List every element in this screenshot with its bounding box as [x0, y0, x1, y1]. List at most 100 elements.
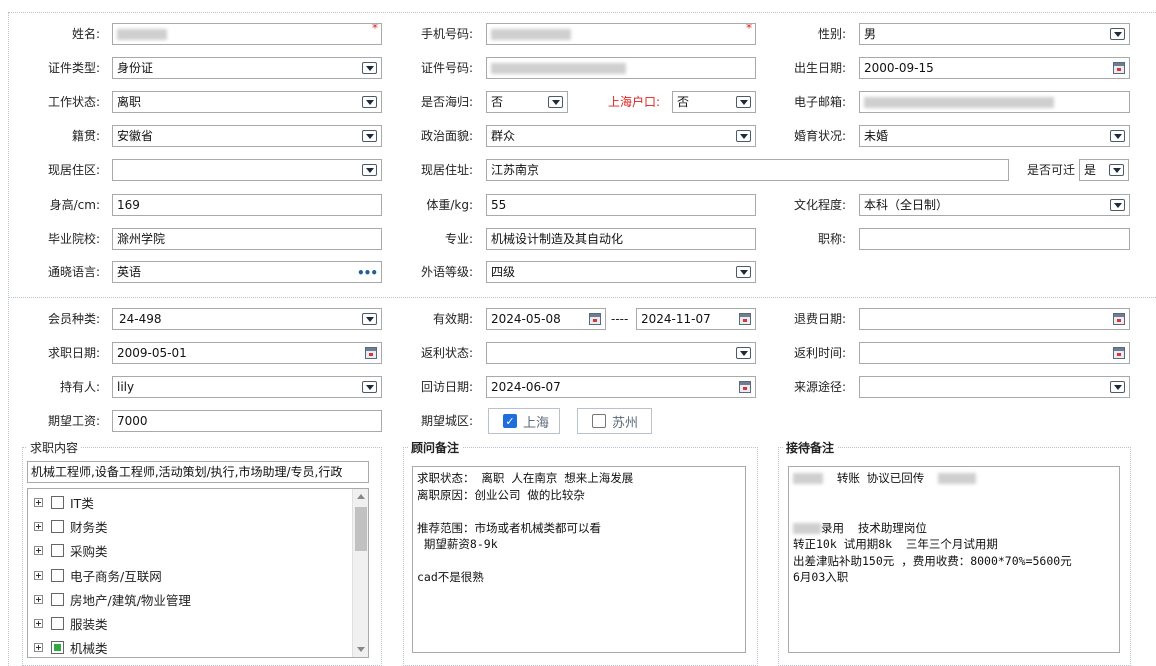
tree-item-machinery[interactable]: 机械类	[34, 638, 108, 656]
tree-item-it[interactable]: IT类	[34, 493, 94, 511]
advisor-notes-textarea[interactable]: 求职状态： 离职 人在南京 想来上海发展 离职原因：创业公司 做的比较杂 推荐范…	[412, 466, 746, 653]
rebate-status-select[interactable]	[486, 342, 756, 364]
phone-field[interactable]: *	[486, 23, 756, 45]
job-intent-summary[interactable]: 机械工程师,设备工程师,活动策划/执行,市场助理/专员,行政	[27, 461, 369, 483]
calendar-icon[interactable]	[739, 381, 751, 393]
rebate-time-field[interactable]	[859, 342, 1130, 364]
education-select[interactable]: 本科（全日制）	[859, 194, 1130, 216]
shanghai-hukou-select[interactable]: 否	[672, 91, 756, 113]
chevron-down-icon[interactable]	[362, 313, 377, 325]
email-field[interactable]	[859, 91, 1130, 113]
tree-checkbox[interactable]	[51, 495, 64, 509]
chevron-down-icon[interactable]	[1110, 130, 1125, 142]
city-option-shanghai[interactable]: ✓ 上海	[488, 408, 560, 434]
scroll-down-icon[interactable]	[357, 647, 365, 652]
plus-square-icon[interactable]	[34, 497, 43, 507]
title-field[interactable]	[859, 228, 1130, 250]
job-seek-date-field[interactable]: 2009-05-01	[112, 342, 382, 364]
chevron-down-icon[interactable]	[736, 130, 751, 142]
reception-notes-textarea[interactable]: 转账 协议已回传 录用 技术助理岗位 转正10k 试用期8k 三年三个月试用期 …	[788, 466, 1120, 653]
scroll-up-icon[interactable]	[357, 494, 365, 499]
work-status-value: 离职	[117, 95, 142, 109]
tree-checkbox[interactable]	[51, 519, 64, 533]
chevron-down-icon[interactable]	[362, 164, 377, 176]
calendar-icon[interactable]	[1113, 347, 1125, 359]
city-option-suzhou[interactable]: 苏州	[577, 408, 652, 434]
calendar-icon[interactable]	[365, 347, 377, 359]
id-type-select[interactable]: 身份证	[112, 57, 382, 79]
chevron-down-icon[interactable]	[362, 130, 377, 142]
political-select[interactable]: 群众	[486, 125, 756, 147]
revisit-date-field[interactable]: 2024-06-07	[486, 376, 756, 398]
school-field[interactable]: 滁州学院	[112, 228, 382, 250]
plus-square-icon[interactable]	[34, 521, 43, 531]
plus-square-icon[interactable]	[34, 545, 43, 555]
tree-item-label: 电子商务/互联网	[70, 568, 162, 584]
tree-checkbox[interactable]	[51, 592, 64, 606]
plus-square-icon[interactable]	[34, 618, 43, 628]
language-field[interactable]: 英语 •••	[112, 261, 382, 283]
plus-square-icon[interactable]	[34, 642, 43, 652]
chevron-down-icon[interactable]	[1109, 164, 1124, 176]
tree-checkbox[interactable]	[51, 543, 64, 557]
holder-select[interactable]: lily	[112, 376, 382, 398]
chevron-down-icon[interactable]	[736, 347, 751, 359]
chevron-down-icon[interactable]	[736, 96, 751, 108]
name-label: 姓名:	[71, 27, 100, 41]
native-place-select[interactable]: 安徽省	[112, 125, 382, 147]
chevron-down-icon[interactable]	[1110, 199, 1125, 211]
chevron-down-icon[interactable]	[362, 381, 377, 393]
tree-scrollbar[interactable]	[352, 489, 368, 657]
returnee-select[interactable]: 否	[486, 91, 568, 113]
chevron-down-icon[interactable]	[736, 266, 751, 278]
work-status-select[interactable]: 离职	[112, 91, 382, 113]
tree-item-realestate[interactable]: 房地产/建筑/物业管理	[34, 590, 191, 608]
tree-checkbox[interactable]	[51, 616, 64, 630]
member-type-select[interactable]: 24-498	[112, 308, 382, 330]
scroll-thumb[interactable]	[355, 507, 367, 551]
plus-square-icon[interactable]	[34, 570, 43, 580]
tree-item-apparel[interactable]: 服装类	[34, 614, 108, 632]
plus-square-icon[interactable]	[34, 594, 43, 604]
calendar-icon[interactable]	[589, 313, 601, 325]
chevron-down-icon[interactable]	[1110, 381, 1125, 393]
tree-item-ecommerce[interactable]: 电子商务/互联网	[34, 566, 162, 584]
refund-date-field[interactable]	[859, 308, 1130, 330]
residence-area-select[interactable]	[112, 159, 382, 181]
checkbox-checked-icon[interactable]: ✓	[503, 414, 517, 428]
calendar-icon[interactable]	[1113, 62, 1125, 74]
relocatable-select[interactable]: 是	[1079, 159, 1129, 181]
major-field[interactable]: 机械设计制造及其自动化	[486, 228, 756, 250]
section-separator	[8, 297, 1156, 298]
tree-checkbox[interactable]	[51, 568, 64, 582]
chevron-down-icon[interactable]	[362, 96, 377, 108]
calendar-icon[interactable]	[1113, 313, 1125, 325]
marital-select[interactable]: 未婚	[859, 125, 1130, 147]
chevron-down-icon[interactable]	[548, 96, 563, 108]
calendar-icon[interactable]	[739, 313, 751, 325]
residence-address-field[interactable]: 江苏南京	[486, 159, 1009, 181]
chevron-down-icon[interactable]	[1110, 28, 1125, 40]
birth-date-field[interactable]: 2000-09-15	[859, 57, 1130, 79]
language-level-value: 四级	[491, 265, 516, 279]
gender-select[interactable]: 男	[859, 23, 1130, 45]
id-number-field[interactable]	[486, 57, 756, 79]
weight-field[interactable]: 55	[486, 194, 756, 216]
height-field[interactable]: 169	[112, 194, 382, 216]
job-category-tree[interactable]: IT类 财务类 采购类 电子商务/互联网 房地产/建筑/物业管理 服装类 机械类	[27, 488, 369, 658]
ellipsis-icon[interactable]: •••	[357, 263, 378, 282]
expected-salary-field[interactable]: 7000	[112, 410, 382, 432]
name-field[interactable]: *	[112, 23, 382, 45]
frame-top-border	[8, 12, 1156, 13]
tree-item-purchasing[interactable]: 采购类	[34, 541, 108, 559]
valid-start-field[interactable]: 2024-05-08	[486, 308, 606, 330]
reception-line-4: 出差津贴补助150元 ，费用收费：8000*70%=5600元	[793, 553, 1072, 568]
valid-end-field[interactable]: 2024-11-07	[636, 308, 756, 330]
tree-checkbox-partial[interactable]	[51, 640, 64, 654]
source-select[interactable]	[859, 376, 1130, 398]
checkbox-unchecked-icon[interactable]	[592, 414, 606, 428]
language-level-select[interactable]: 四级	[486, 261, 756, 283]
city-option-suzhou-label: 苏州	[612, 415, 639, 431]
tree-item-finance[interactable]: 财务类	[34, 517, 108, 535]
chevron-down-icon[interactable]	[362, 62, 377, 74]
